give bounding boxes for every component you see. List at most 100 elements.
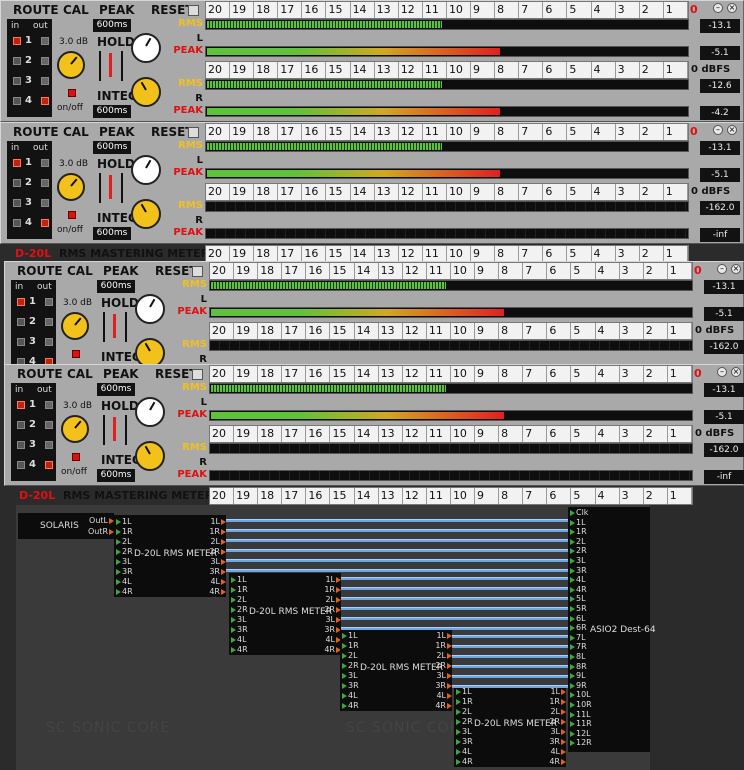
- route-out-button[interactable]: [45, 421, 53, 429]
- output-port[interactable]: 1L: [325, 575, 341, 584]
- route-out-button[interactable]: [41, 77, 49, 85]
- input-port[interactable]: 4L: [456, 747, 472, 756]
- output-port[interactable]: 2R: [435, 661, 452, 670]
- input-port[interactable]: 11R: [570, 719, 592, 728]
- input-port[interactable]: 2L: [342, 651, 358, 660]
- solaris-module[interactable]: SOLARIS OutL OutR: [18, 513, 115, 539]
- route-out-button[interactable]: [41, 199, 49, 207]
- input-port[interactable]: 4R: [342, 701, 359, 710]
- route-in-button[interactable]: [13, 219, 21, 227]
- input-port[interactable]: 3R: [570, 566, 587, 575]
- cal-knob[interactable]: [61, 312, 89, 340]
- route-in-button[interactable]: [17, 401, 25, 409]
- input-port[interactable]: 8L: [570, 652, 586, 661]
- hold-knob[interactable]: [131, 155, 161, 185]
- route-out-button[interactable]: [41, 57, 49, 65]
- input-port[interactable]: Clk: [569, 508, 588, 517]
- input-port[interactable]: 1L: [231, 575, 247, 584]
- input-port[interactable]: 3L: [342, 671, 358, 680]
- input-port[interactable]: 2R: [342, 661, 359, 670]
- cal-knob[interactable]: [61, 415, 89, 443]
- output-port[interactable]: 4R: [209, 587, 226, 596]
- route-out-button[interactable]: [45, 461, 53, 469]
- input-port[interactable]: 3L: [456, 727, 472, 736]
- input-port[interactable]: 6R: [570, 623, 587, 632]
- meter-module[interactable]: D-20L RMS METER 1L 1L 1R 1R 2L 2L 2R 2R 3L 3L 3R 3R 4…: [114, 515, 226, 597]
- input-port[interactable]: 2L: [570, 537, 586, 546]
- output-port[interactable]: 1R: [209, 527, 226, 536]
- route-in-button[interactable]: [17, 461, 25, 469]
- output-port[interactable]: 2L: [325, 595, 341, 604]
- input-port[interactable]: 5L: [570, 594, 586, 603]
- input-port[interactable]: 4R: [570, 585, 587, 594]
- route-in-button[interactable]: [17, 338, 25, 346]
- output-port[interactable]: 2R: [324, 605, 341, 614]
- output-port[interactable]: 2L: [550, 707, 566, 716]
- output-port[interactable]: 4R: [324, 645, 341, 654]
- input-port[interactable]: 3L: [570, 556, 586, 565]
- output-port[interactable]: 2R: [549, 717, 566, 726]
- output-port[interactable]: 1R: [324, 585, 341, 594]
- output-port[interactable]: 1L: [436, 631, 452, 640]
- input-port[interactable]: 1R: [570, 527, 587, 536]
- route-in-button[interactable]: [17, 298, 25, 306]
- route-out-button[interactable]: [41, 97, 49, 105]
- input-port[interactable]: 3R: [231, 625, 248, 634]
- route-in-button[interactable]: [17, 441, 25, 449]
- input-port[interactable]: 6L: [570, 614, 586, 623]
- output-port[interactable]: 4R: [435, 701, 452, 710]
- route-out-button[interactable]: [41, 159, 49, 167]
- output-port[interactable]: 4L: [325, 635, 341, 644]
- input-port[interactable]: 4R: [231, 645, 248, 654]
- output-port[interactable]: 3R: [209, 567, 226, 576]
- output-port[interactable]: 2R: [209, 547, 226, 556]
- integ-knob[interactable]: [131, 77, 161, 107]
- route-in-button[interactable]: [13, 179, 21, 187]
- input-port[interactable]: 2R: [456, 717, 473, 726]
- reset-button[interactable]: [188, 127, 199, 138]
- route-in-button[interactable]: [13, 199, 21, 207]
- input-port[interactable]: 1L: [116, 517, 132, 526]
- minimize-icon[interactable]: –: [717, 367, 727, 377]
- input-port[interactable]: 1R: [116, 527, 133, 536]
- cal-onoff-button[interactable]: [72, 350, 80, 358]
- hold-knob[interactable]: [135, 294, 165, 324]
- reset-button[interactable]: [192, 266, 203, 277]
- close-icon[interactable]: ×: [731, 367, 741, 377]
- cal-knob[interactable]: [57, 51, 85, 79]
- route-out-button[interactable]: [45, 401, 53, 409]
- output-port[interactable]: 3L: [436, 671, 452, 680]
- input-port[interactable]: 4L: [570, 575, 586, 584]
- input-port[interactable]: 9R: [570, 681, 587, 690]
- asio-module[interactable]: ASIO2 Dest-64 Clk 1L 1R 2L 2R 3L 3R 4L 4R 5L 5R 6L 6R…: [568, 507, 656, 752]
- output-port[interactable]: 4L: [436, 691, 452, 700]
- output-port[interactable]: 2L: [210, 537, 226, 546]
- output-port[interactable]: 1L: [550, 687, 566, 696]
- output-port[interactable]: 3L: [550, 727, 566, 736]
- hold-knob[interactable]: [135, 397, 165, 427]
- minimize-icon[interactable]: –: [713, 3, 723, 13]
- input-port[interactable]: 12R: [570, 738, 592, 747]
- input-port[interactable]: 4L: [231, 635, 247, 644]
- output-port[interactable]: 4L: [550, 747, 566, 756]
- close-icon[interactable]: ×: [731, 264, 741, 274]
- minimize-icon[interactable]: –: [717, 264, 727, 274]
- input-port[interactable]: 11L: [570, 710, 591, 719]
- output-port[interactable]: OutL: [89, 516, 114, 525]
- route-in-button[interactable]: [17, 318, 25, 326]
- hold-knob[interactable]: [131, 33, 161, 63]
- input-port[interactable]: 2L: [231, 595, 247, 604]
- input-port[interactable]: 4L: [342, 691, 358, 700]
- input-port[interactable]: 2L: [116, 537, 132, 546]
- route-in-button[interactable]: [13, 77, 21, 85]
- output-port[interactable]: OutR: [88, 527, 115, 536]
- route-out-button[interactable]: [45, 441, 53, 449]
- input-port[interactable]: 1R: [231, 585, 248, 594]
- reset-button[interactable]: [192, 369, 203, 380]
- output-port[interactable]: 4R: [549, 757, 566, 766]
- input-port[interactable]: 10L: [570, 690, 591, 699]
- input-port[interactable]: 12L: [570, 729, 591, 738]
- cal-onoff-button[interactable]: [72, 453, 80, 461]
- meter-module[interactable]: D-20L RMS METER 1L 1L 1R 1R 2L 2L 2R 2R 3L 3L 3R 3R 4…: [229, 573, 341, 655]
- input-port[interactable]: 8R: [570, 662, 587, 671]
